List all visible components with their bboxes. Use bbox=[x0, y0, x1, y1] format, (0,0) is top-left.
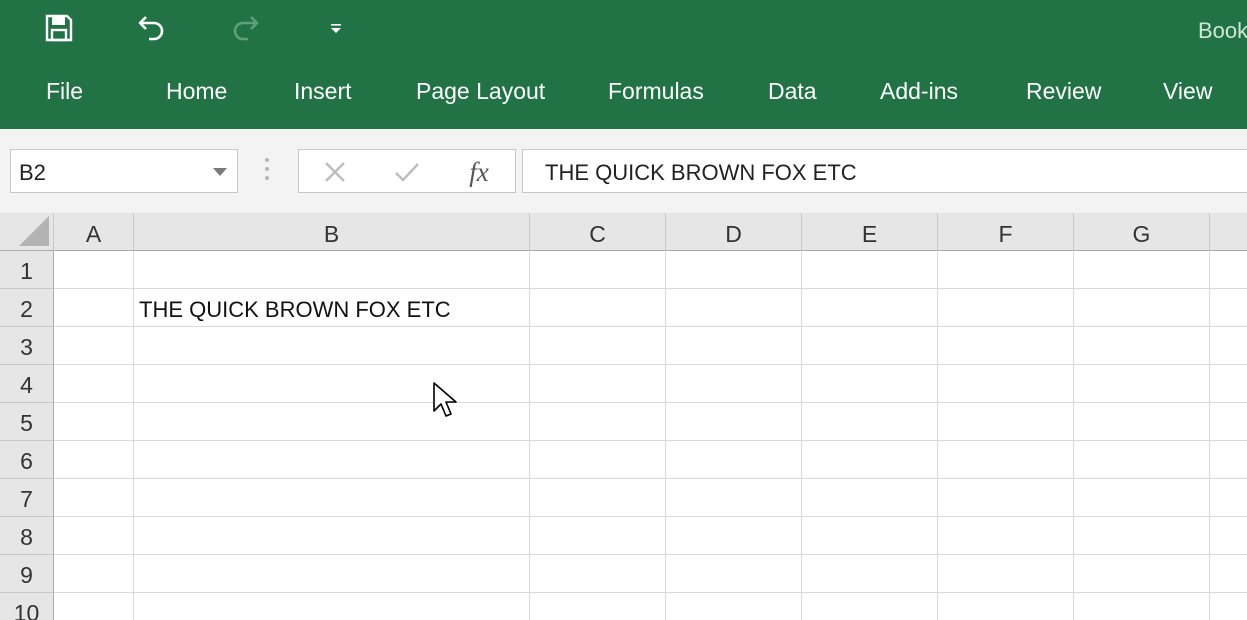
mouse-pointer-icon bbox=[433, 382, 457, 417]
row-header-3[interactable]: 3 bbox=[0, 327, 54, 365]
column-header-b[interactable]: B bbox=[134, 213, 530, 251]
formula-value: THE QUICK BROWN FOX ETC bbox=[545, 160, 857, 185]
insert-function-button[interactable]: fx bbox=[464, 157, 494, 187]
gridline bbox=[1209, 251, 1210, 620]
chevron-down-icon[interactable] bbox=[213, 168, 227, 176]
tab-page-layout[interactable]: Page Layout bbox=[416, 78, 545, 105]
gridline bbox=[665, 251, 666, 620]
cell-b2[interactable]: THE QUICK BROWN FOX ETC bbox=[134, 289, 530, 327]
tab-view[interactable]: View bbox=[1163, 78, 1212, 105]
formula-input[interactable]: THE QUICK BROWN FOX ETC bbox=[522, 149, 1247, 193]
name-box-value: B2 bbox=[19, 160, 46, 185]
undo-icon[interactable] bbox=[132, 8, 172, 48]
select-all-triangle-icon bbox=[19, 216, 49, 246]
row-header-7[interactable]: 7 bbox=[0, 479, 54, 517]
formula-bar-area: B2 fx THE QUICK BROWN FOX ETC bbox=[0, 129, 1247, 213]
column-header-partial[interactable] bbox=[1210, 213, 1247, 251]
redo-icon[interactable] bbox=[225, 8, 265, 48]
grip-handle-icon[interactable] bbox=[265, 158, 271, 184]
ribbon-tabs: File Home Insert Page Layout Formulas Da… bbox=[0, 62, 1247, 129]
gridline bbox=[54, 592, 1247, 593]
row-header-8[interactable]: 8 bbox=[0, 517, 54, 555]
title-bar: Book bbox=[0, 0, 1247, 62]
customize-quick-access-icon[interactable] bbox=[316, 8, 356, 48]
tab-formulas[interactable]: Formulas bbox=[608, 78, 704, 105]
cancel-icon[interactable] bbox=[320, 157, 350, 187]
column-header-d[interactable]: D bbox=[666, 213, 802, 251]
gridline bbox=[1073, 251, 1074, 620]
gridline bbox=[54, 364, 1247, 365]
gridline bbox=[54, 402, 1247, 403]
gridline bbox=[54, 516, 1247, 517]
gridline bbox=[937, 251, 938, 620]
row-header-2[interactable]: 2 bbox=[0, 289, 54, 327]
column-header-g[interactable]: G bbox=[1074, 213, 1210, 251]
tab-home[interactable]: Home bbox=[166, 78, 227, 105]
gridline bbox=[54, 554, 1247, 555]
gridline bbox=[801, 251, 802, 620]
tab-insert[interactable]: Insert bbox=[294, 78, 352, 105]
name-box[interactable]: B2 bbox=[10, 149, 238, 193]
worksheet-grid: A B C D E F G 1 2 3 4 5 6 7 8 9 10 THE Q… bbox=[0, 213, 1247, 620]
tab-review[interactable]: Review bbox=[1026, 78, 1101, 105]
column-header-e[interactable]: E bbox=[802, 213, 938, 251]
row-header-6[interactable]: 6 bbox=[0, 441, 54, 479]
checkmark-icon[interactable] bbox=[392, 157, 422, 187]
row-header-10[interactable]: 10 bbox=[0, 593, 54, 620]
tab-data[interactable]: Data bbox=[768, 78, 817, 105]
window-title: Book bbox=[1198, 18, 1247, 43]
row-header-5[interactable]: 5 bbox=[0, 403, 54, 441]
row-header-9[interactable]: 9 bbox=[0, 555, 54, 593]
row-header-1[interactable]: 1 bbox=[0, 251, 54, 289]
formula-buttons: fx bbox=[298, 149, 516, 193]
column-header-f[interactable]: F bbox=[938, 213, 1074, 251]
select-all-button[interactable] bbox=[0, 213, 54, 251]
tab-add-ins[interactable]: Add-ins bbox=[880, 78, 958, 105]
cell-b2-text: THE QUICK BROWN FOX ETC bbox=[139, 297, 451, 322]
column-header-a[interactable]: A bbox=[54, 213, 134, 251]
gridline bbox=[54, 478, 1247, 479]
fx-label: fx bbox=[469, 156, 489, 187]
column-header-c[interactable]: C bbox=[530, 213, 666, 251]
tab-file[interactable]: File bbox=[46, 78, 83, 105]
gridline bbox=[54, 440, 1247, 441]
save-icon[interactable] bbox=[39, 8, 79, 48]
row-header-4[interactable]: 4 bbox=[0, 365, 54, 403]
